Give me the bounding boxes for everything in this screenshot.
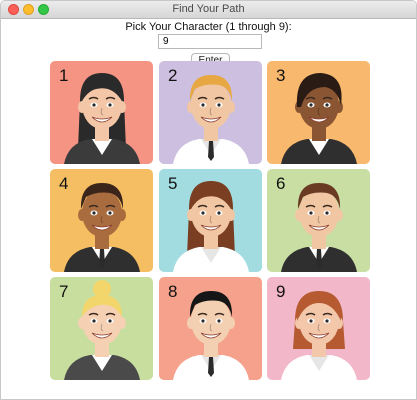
- character-number-input[interactable]: [158, 34, 262, 49]
- right-pupil: [217, 103, 221, 107]
- tie: [208, 357, 214, 377]
- character-number-label: 2: [168, 66, 178, 85]
- character-tile-1[interactable]: 1: [50, 61, 153, 164]
- left-pupil: [92, 103, 96, 107]
- zoom-button[interactable]: [38, 4, 49, 15]
- left-pupil: [201, 319, 205, 323]
- right-pupil: [108, 103, 112, 107]
- character-number-label: 5: [168, 174, 178, 193]
- left-pupil: [92, 211, 96, 215]
- right-pupil: [325, 211, 329, 215]
- character-number-label: 6: [276, 174, 286, 193]
- left-pupil: [201, 103, 205, 107]
- tie: [99, 249, 105, 269]
- character-number-label: 8: [168, 282, 178, 301]
- character-tile-4[interactable]: 4: [50, 169, 153, 272]
- character-tile-6[interactable]: 6: [267, 169, 370, 272]
- left-pupil: [309, 319, 313, 323]
- character-tile-2[interactable]: 2: [159, 61, 262, 164]
- pick-character-prompt: Pick Your Character (1 through 9):: [125, 21, 292, 33]
- character-number-label: 9: [276, 282, 286, 301]
- right-pupil: [325, 319, 329, 323]
- character-number-label: 7: [59, 282, 69, 301]
- right-pupil: [108, 319, 112, 323]
- character-number-label: 3: [276, 66, 286, 85]
- app-window: Find Your Path Pick Your Character (1 th…: [0, 0, 417, 400]
- tie: [208, 141, 214, 161]
- character-number-label: 1: [59, 66, 69, 85]
- left-pupil: [92, 319, 96, 323]
- title-bar: Find Your Path: [1, 1, 416, 19]
- right-pupil: [325, 103, 329, 107]
- tie: [316, 249, 322, 269]
- character-tile-5[interactable]: 5: [159, 169, 262, 272]
- right-pupil: [217, 211, 221, 215]
- left-pupil: [309, 103, 313, 107]
- left-pupil: [201, 211, 205, 215]
- character-tile-3[interactable]: 3: [267, 61, 370, 164]
- character-tile-8[interactable]: 8: [159, 277, 262, 380]
- right-pupil: [108, 211, 112, 215]
- right-pupil: [217, 319, 221, 323]
- character-number-label: 4: [59, 174, 69, 193]
- character-tile-9[interactable]: 9: [267, 277, 370, 380]
- window-title: Find Your Path: [172, 3, 245, 15]
- character-tile-7[interactable]: 7: [50, 277, 153, 380]
- minimize-button[interactable]: [23, 4, 34, 15]
- close-button[interactable]: [8, 4, 19, 15]
- left-pupil: [309, 211, 313, 215]
